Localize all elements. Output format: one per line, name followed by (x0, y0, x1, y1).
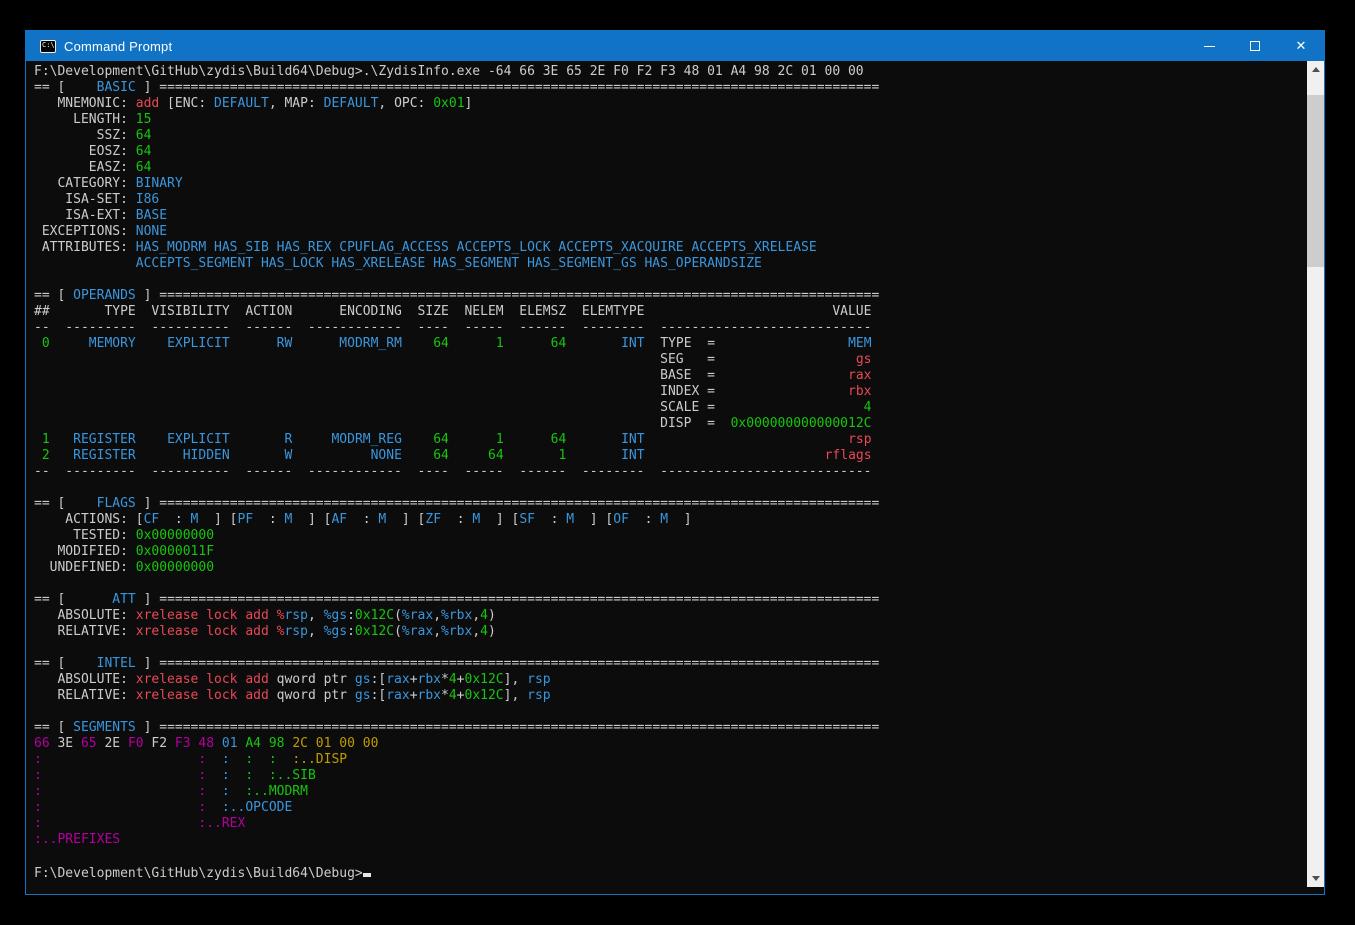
console-line: LENGTH: 15 (34, 112, 1306, 128)
console-line: ACTIONS: [CF : M ] [PF : M ] [AF : M ] [… (34, 512, 1306, 528)
console-line: ## TYPE VISIBILITY ACTION ENCODING SIZE … (34, 304, 1306, 320)
console-line: : :..REX (34, 816, 1306, 832)
text-cursor (363, 864, 371, 877)
console-line: : : :..OPCODE (34, 800, 1306, 816)
console-line: SEG = gs (34, 352, 1306, 368)
console-line: 0 MEMORY EXPLICIT RW MODRM_RM 64 1 64 IN… (34, 336, 1306, 352)
command-prompt-window: C:\ Command Prompt ✕ F:\Development\GitH… (25, 30, 1325, 895)
console-line: ISA-EXT: BASE (34, 208, 1306, 224)
console-line: -- --------- ---------- ------ ---------… (34, 464, 1306, 480)
console-output[interactable]: F:\Development\GitHub\zydis\Build64\Debu… (34, 64, 1306, 894)
console-line (34, 576, 1306, 592)
console-line: MODIFIED: 0x0000011F (34, 544, 1306, 560)
console-line: 66 3E 65 2E F0 F2 F3 48 01 A4 98 2C 01 0… (34, 736, 1306, 752)
cmd-icon-text: C:\ (42, 41, 55, 50)
console-line: == [ OPERANDS ] ========================… (34, 288, 1306, 304)
console-line (34, 640, 1306, 656)
console-line: : : : :..MODRM (34, 784, 1306, 800)
console-line (34, 272, 1306, 288)
console-line: == [ ATT ] =============================… (34, 592, 1306, 608)
console-line: EASZ: 64 (34, 160, 1306, 176)
console-line: DISP = 0x000000000000012C (34, 416, 1306, 432)
console-line: INDEX = rbx (34, 384, 1306, 400)
console-area: F:\Development\GitHub\zydis\Build64\Debu… (26, 61, 1324, 894)
console-line: UNDEFINED: 0x00000000 (34, 560, 1306, 576)
console-line: : : : : : :..DISP (34, 752, 1306, 768)
console-line: ABSOLUTE: xrelease lock add qword ptr gs… (34, 672, 1306, 688)
scrollbar-up-button[interactable] (1307, 61, 1324, 78)
scrollbar-thumb[interactable] (1307, 95, 1324, 267)
console-line: 2 REGISTER HIDDEN W NONE 64 64 1 INT rfl… (34, 448, 1306, 464)
close-icon: ✕ (1296, 39, 1307, 54)
console-line: == [ SEGMENTS ] ========================… (34, 720, 1306, 736)
console-line: EOSZ: 64 (34, 144, 1306, 160)
scrollbar-down-button[interactable] (1307, 870, 1324, 887)
console-line: RELATIVE: xrelease lock add %rsp, %gs:0x… (34, 624, 1306, 640)
cmd-icon: C:\ (40, 40, 56, 53)
console-line (34, 480, 1306, 496)
console-line: : : : : :..SIB (34, 768, 1306, 784)
console-line: ABSOLUTE: xrelease lock add %rsp, %gs:0x… (34, 608, 1306, 624)
console-line: MNEMONIC: add [ENC: DEFAULT, MAP: DEFAUL… (34, 96, 1306, 112)
console-line: :..PREFIXES (34, 832, 1306, 848)
titlebar[interactable]: C:\ Command Prompt ✕ (26, 31, 1324, 61)
console-line: == [ INTEL ] ===========================… (34, 656, 1306, 672)
maximize-button[interactable] (1232, 31, 1278, 61)
close-button[interactable]: ✕ (1278, 31, 1324, 61)
console-line: F:\Development\GitHub\zydis\Build64\Debu… (34, 64, 1306, 80)
minimize-button[interactable] (1186, 31, 1232, 61)
chevron-down-icon (1312, 876, 1320, 881)
console-line (34, 848, 1306, 864)
console-line: -- --------- ---------- ------ ---------… (34, 320, 1306, 336)
console-line: BASE = rax (34, 368, 1306, 384)
console-line: SSZ: 64 (34, 128, 1306, 144)
console-line: CATEGORY: BINARY (34, 176, 1306, 192)
console-line: == [ FLAGS ] ===========================… (34, 496, 1306, 512)
caption-buttons: ✕ (1186, 31, 1324, 61)
window-title: Command Prompt (64, 39, 172, 54)
console-line: SCALE = 4 (34, 400, 1306, 416)
console-line: TESTED: 0x00000000 (34, 528, 1306, 544)
console-line: EXCEPTIONS: NONE (34, 224, 1306, 240)
minimize-icon (1204, 46, 1215, 47)
console-line: ACCEPTS_SEGMENT HAS_LOCK HAS_XRELEASE HA… (34, 256, 1306, 272)
console-line: ISA-SET: I86 (34, 192, 1306, 208)
chevron-up-icon (1312, 67, 1320, 72)
console-line: 1 REGISTER EXPLICIT R MODRM_REG 64 1 64 … (34, 432, 1306, 448)
console-line: RELATIVE: xrelease lock add qword ptr gs… (34, 688, 1306, 704)
console-line (34, 704, 1306, 720)
maximize-icon (1250, 41, 1260, 51)
console-line: ATTRIBUTES: HAS_MODRM HAS_SIB HAS_REX CP… (34, 240, 1306, 256)
console-line: F:\Development\GitHub\zydis\Build64\Debu… (34, 864, 1306, 880)
console-line: == [ BASIC ] ===========================… (34, 80, 1306, 96)
scrollbar[interactable] (1307, 61, 1324, 887)
